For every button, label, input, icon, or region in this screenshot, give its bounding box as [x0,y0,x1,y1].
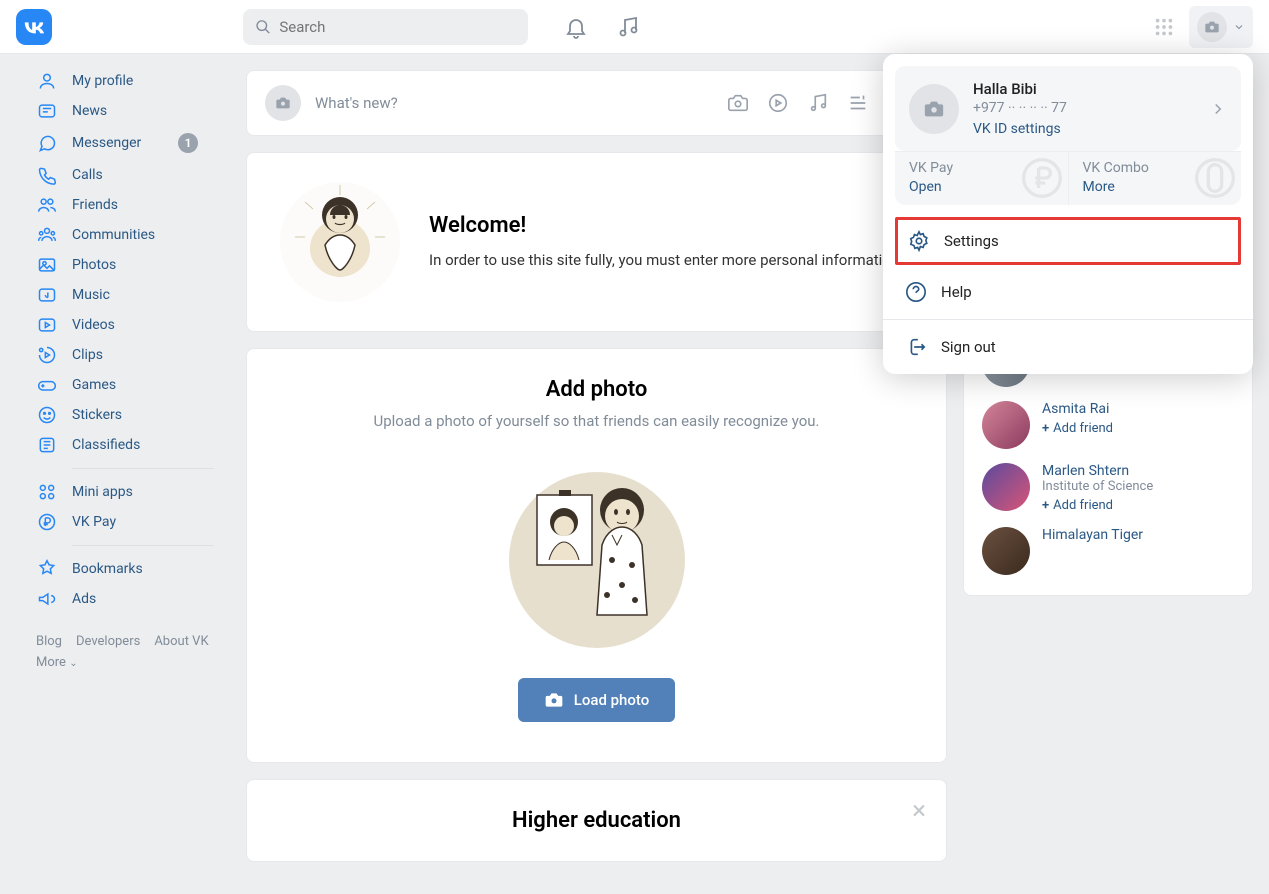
sidebar-item-news[interactable]: News [0,96,230,126]
ruble-icon [1022,158,1062,198]
audio-icon[interactable] [807,92,829,114]
footer-developers[interactable]: Developers [76,634,140,649]
profile-icon [36,70,58,92]
menu-signout[interactable]: Sign out [883,324,1253,374]
welcome-title: Welcome! [429,213,903,238]
person-avatar[interactable] [982,527,1030,575]
add-photo-illustration [507,450,687,650]
higher-education-card: × Higher education [246,779,947,862]
communities-icon [36,224,58,246]
footer-about[interactable]: About VK [154,634,208,649]
sidebar-item-games[interactable]: Games [0,370,230,400]
compose-placeholder[interactable]: What's new? [315,94,713,112]
compose-avatar [265,85,301,121]
news-icon [36,100,58,122]
person-avatar[interactable] [982,463,1030,511]
welcome-card: Welcome! In order to use this site fully… [246,152,947,332]
add-photo-subtitle: Upload a photo of yourself so that frien… [287,412,906,430]
profile-summary[interactable]: Halla Bibi +977 ·· ·· ·· ·· 77 VK ID set… [895,66,1241,151]
add-photo-title: Add photo [287,377,906,402]
footer-blog[interactable]: Blog [36,634,62,649]
help-icon [905,281,927,303]
sidebar-item-bookmarks[interactable]: Bookmarks [0,554,230,584]
grid-icon[interactable] [1153,16,1175,38]
friends-icon [36,194,58,216]
add-friend-link[interactable]: + Add friend [1042,498,1113,513]
settings-highlight: Settings [895,217,1241,265]
messenger-icon [36,132,58,154]
add-friend-link[interactable]: + Add friend [1042,421,1113,436]
sidebar-item-videos[interactable]: Videos [0,310,230,340]
person-row: Himalayan Tiger [982,527,1234,575]
sidebar-item-communities[interactable]: Communities [0,220,230,250]
sidebar-item-vkpay[interactable]: VK Pay [0,507,230,537]
profile-dropdown: Halla Bibi +977 ·· ·· ·· ·· 77 VK ID set… [883,54,1253,374]
sidebar-item-friends[interactable]: Friends [0,190,230,220]
camera-white-icon [544,690,564,710]
combo-icon [1195,158,1235,198]
calls-icon [36,164,58,186]
music-nav-icon [36,284,58,306]
sidebar-item-stickers[interactable]: Stickers [0,400,230,430]
camera-icon[interactable] [727,92,749,114]
photos-icon [36,254,58,276]
welcome-text: In order to use this site fully, you mus… [429,250,903,271]
games-icon [36,374,58,396]
stickers-icon [36,404,58,426]
ads-icon [36,588,58,610]
chevron-right-icon [1209,100,1227,118]
signout-icon [905,336,927,358]
sidebar-item-miniapps[interactable]: Mini apps [0,477,230,507]
search-input[interactable] [243,9,528,45]
sidebar-item-photos[interactable]: Photos [0,250,230,280]
menu-help[interactable]: Help [883,269,1253,315]
bell-icon[interactable] [564,15,588,39]
chevron-down-icon [1233,21,1245,33]
vkpay-block[interactable]: VK Pay Open [895,152,1068,205]
sidebar-item-clips[interactable]: Clips [0,340,230,370]
clips-icon [36,344,58,366]
bookmarks-icon [36,558,58,580]
miniapps-icon [36,481,58,503]
vk-logo[interactable] [16,9,52,45]
videos-icon [36,314,58,336]
profile-phone: +977 ·· ·· ·· ·· 77 [973,100,1067,116]
close-icon[interactable]: × [912,796,926,826]
person-name[interactable]: Marlen Shtern [1042,463,1153,479]
higher-ed-title: Higher education [275,808,918,833]
sidebar-item-ads[interactable]: Ads [0,584,230,614]
video-icon[interactable] [767,92,789,114]
messenger-badge: 1 [178,133,198,153]
person-sub: Institute of Science [1042,479,1153,494]
article-icon[interactable] [847,92,869,114]
sidebar-item-classifieds[interactable]: Classifieds [0,430,230,460]
person-name[interactable]: Asmita Rai [1042,401,1113,417]
sidebar-item-messenger[interactable]: Messenger1 [0,126,230,160]
person-name[interactable]: Himalayan Tiger [1042,527,1143,543]
footer-more[interactable]: More ⌄ [36,655,78,670]
add-photo-card: Add photo Upload a photo of yourself so … [246,348,947,763]
vkpay-icon [36,511,58,533]
profile-menu-button[interactable] [1189,6,1253,48]
sidebar-item-calls[interactable]: Calls [0,160,230,190]
profile-name: Halla Bibi [973,80,1067,98]
compose-box[interactable]: What's new? [246,70,947,136]
sidebar-item-music[interactable]: Music [0,280,230,310]
vkcombo-block[interactable]: VK Combo More [1068,152,1242,205]
gear-icon [908,230,930,252]
person-row: Asmita Rai + Add friend [982,401,1234,449]
sidebar-item-profile[interactable]: My profile [0,66,230,96]
menu-settings[interactable]: Settings [898,220,1238,262]
vkid-settings-link[interactable]: VK ID settings [973,121,1061,137]
welcome-illustration [275,177,405,307]
person-avatar[interactable] [982,401,1030,449]
load-photo-button[interactable]: Load photo [518,678,676,722]
music-icon[interactable] [616,15,640,39]
person-row: Marlen Shtern Institute of Science + Add… [982,463,1234,513]
classifieds-icon [36,434,58,456]
